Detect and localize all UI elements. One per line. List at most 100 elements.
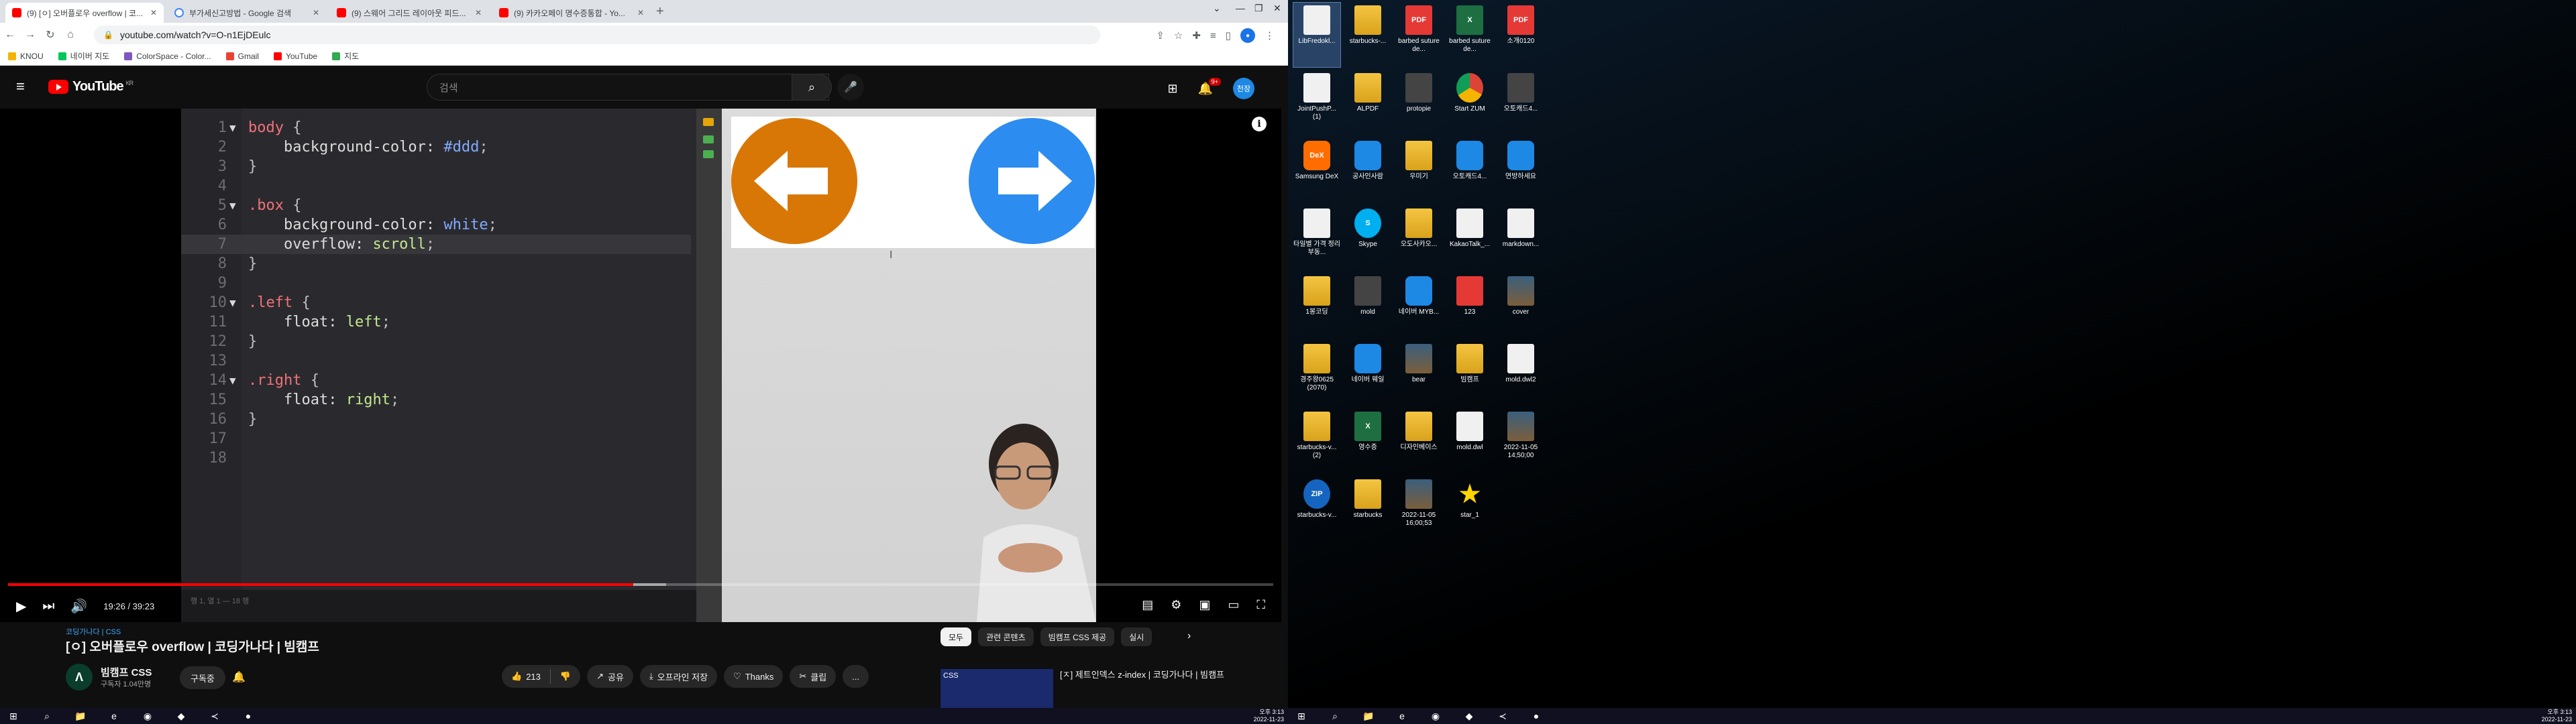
- star-icon[interactable]: ☆: [1174, 29, 1183, 42]
- windows-start-icon[interactable]: ⊞: [7, 709, 20, 723]
- progress-bar[interactable]: [8, 583, 1273, 586]
- close-icon[interactable]: ✕: [313, 8, 319, 17]
- bookmark-knou[interactable]: KNOU: [8, 52, 44, 61]
- recommended-video-thumbnail[interactable]: CSS: [941, 669, 1053, 708]
- chrome-icon[interactable]: ◉: [1429, 709, 1442, 723]
- desktop-icon[interactable]: 경주왕0625 (2070): [1293, 341, 1340, 406]
- file-explorer-icon[interactable]: 📁: [74, 709, 87, 723]
- app-icon[interactable]: ◆: [174, 709, 188, 723]
- restore-button[interactable]: ❐: [1254, 3, 1263, 14]
- create-video-icon[interactable]: ⊞: [1167, 82, 1177, 96]
- desktop-icon[interactable]: PDF barbed suture de...: [1395, 3, 1442, 67]
- desktop-icon[interactable]: 공사인사람: [1344, 138, 1391, 202]
- bookmark-maps[interactable]: 지도: [332, 50, 359, 62]
- browser-tab-2[interactable]: 부가세신고방법 - Google 검색 ✕: [168, 3, 326, 23]
- app-icon[interactable]: ◆: [1462, 709, 1476, 723]
- desktop-icon[interactable]: 우미기: [1395, 138, 1442, 202]
- youtube-logo[interactable]: YouTube KR: [48, 79, 133, 95]
- search-icon[interactable]: ⌕: [40, 709, 54, 723]
- chip-all[interactable]: 모두: [941, 627, 972, 646]
- desktop-icon[interactable]: starbucks: [1344, 477, 1391, 541]
- subtitles-icon[interactable]: ▤: [1142, 598, 1153, 612]
- chevron-right-icon[interactable]: ›: [1187, 630, 1191, 642]
- desktop-icon[interactable]: ★ star_1: [1446, 477, 1493, 541]
- desktop-icon[interactable]: bear: [1395, 341, 1442, 406]
- close-icon[interactable]: ✕: [475, 8, 482, 17]
- desktop-icon[interactable]: 디자인베이스: [1395, 409, 1442, 473]
- bell-icon[interactable]: 🔔: [232, 670, 246, 684]
- desktop-icon[interactable]: 네이버 웨일: [1344, 341, 1391, 406]
- offline-save-button[interactable]: ⤓ 오프라인 저장: [639, 665, 718, 688]
- desktop-icon[interactable]: mold: [1344, 274, 1391, 338]
- desktop-icon[interactable]: 2022-11-05 16;00;53: [1395, 477, 1442, 541]
- desktop-icon[interactable]: cover: [1497, 274, 1544, 338]
- share-icon[interactable]: ⇪: [1156, 29, 1165, 42]
- theater-mode-icon[interactable]: ▭: [1228, 598, 1239, 612]
- search-icon[interactable]: ⌕: [1328, 709, 1342, 723]
- next-icon[interactable]: ⏭: [42, 599, 54, 614]
- desktop-icon[interactable]: protopie: [1395, 70, 1442, 135]
- desktop-icon[interactable]: LibFredokl...: [1293, 2, 1341, 68]
- desktop-icon[interactable]: 타일별 가격 정리 부동...: [1293, 206, 1340, 270]
- clock[interactable]: 오후 3:13 2022-11-23: [2542, 709, 2572, 723]
- desktop-icon[interactable]: 오토캐드4...: [1497, 70, 1544, 135]
- new-tab-button[interactable]: +: [656, 4, 664, 19]
- vscode-icon[interactable]: ≺: [1496, 709, 1509, 723]
- desktop-icon[interactable]: 연방하세요: [1497, 138, 1544, 202]
- desktop-icon[interactable]: PDF 소개0120: [1497, 3, 1544, 67]
- reading-list-icon[interactable]: ≡: [1210, 30, 1216, 42]
- desktop-icon[interactable]: markdown...: [1497, 206, 1544, 270]
- home-icon[interactable]: ⌂: [60, 29, 80, 41]
- chip-live[interactable]: 실시: [1121, 627, 1152, 646]
- extensions-icon[interactable]: ✚: [1192, 29, 1201, 42]
- volume-icon[interactable]: 🔊: [70, 598, 87, 615]
- desktop-icon[interactable]: 오토캐드4...: [1446, 138, 1493, 202]
- search-input[interactable]: 검색: [427, 74, 829, 101]
- edge-icon[interactable]: e: [1395, 709, 1409, 723]
- desktop-icon[interactable]: starbucks-v... (2): [1293, 409, 1340, 473]
- edge-icon[interactable]: e: [107, 709, 121, 723]
- chip-channel[interactable]: 빔캠프 CSS 제공: [1040, 627, 1115, 646]
- bookmark-youtube[interactable]: YouTube: [273, 52, 317, 61]
- channel-avatar[interactable]: Λ: [66, 664, 93, 690]
- clock[interactable]: 오후 3:13 2022-11-23: [1254, 709, 1284, 723]
- browser-tab-1[interactable]: (9) [ㅇ] 오버플로우 overflow | 코... ✕: [5, 3, 164, 23]
- hamburger-menu-icon[interactable]: ≡: [16, 78, 25, 95]
- chevron-down-icon[interactable]: ⌄: [1213, 3, 1221, 14]
- settings-gear-icon[interactable]: ⚙: [1171, 598, 1181, 612]
- close-window-button[interactable]: ✕: [1273, 3, 1281, 14]
- desktop-icon[interactable]: 2022-11-05 14;50;00: [1497, 409, 1544, 473]
- hashtags[interactable]: 코딩가나다 | CSS: [66, 626, 121, 637]
- desktop-icon[interactable]: KakaoTalk_...: [1446, 206, 1493, 270]
- desktop-icon[interactable]: 오도사카오...: [1395, 206, 1442, 270]
- more-actions-button[interactable]: ...: [843, 665, 869, 688]
- like-dislike-button[interactable]: 👍 213 👎: [502, 665, 581, 688]
- desktop-icon[interactable]: S Skype: [1344, 206, 1391, 270]
- bookmark-colorspace[interactable]: ColorSpace - Color...: [124, 52, 211, 61]
- desktop-icon[interactable]: 123: [1446, 274, 1493, 338]
- reload-icon[interactable]: ↻: [40, 28, 60, 42]
- close-icon[interactable]: ✕: [637, 8, 644, 17]
- desktop-icon[interactable]: X 영수증: [1344, 409, 1391, 473]
- back-arrow-icon[interactable]: ←: [0, 29, 20, 41]
- browser-tab-4[interactable]: (9) 카카오페이 명수증통합 - Yo... ✕: [492, 3, 651, 23]
- minimize-button[interactable]: —: [1236, 3, 1245, 13]
- windows-start-icon[interactable]: ⊞: [1295, 709, 1308, 723]
- thumbs-down-icon[interactable]: 👎: [560, 671, 571, 682]
- chrome-icon[interactable]: ◉: [141, 709, 154, 723]
- vscode-icon[interactable]: ≺: [208, 709, 221, 723]
- desktop-icon[interactable]: ZIP starbucks-v...: [1293, 477, 1340, 541]
- desktop-icon[interactable]: 빔캠프: [1446, 341, 1493, 406]
- kakaotalk-icon[interactable]: ●: [241, 709, 255, 723]
- clip-button[interactable]: ✂ 클립: [790, 665, 837, 688]
- forward-arrow-icon[interactable]: →: [20, 29, 40, 41]
- browser-tab-3[interactable]: (9) 스웨어 그리드 레이아웃 피드... ✕: [330, 3, 488, 23]
- notifications-button[interactable]: 🔔 9+: [1198, 77, 1221, 96]
- desktop-icon[interactable]: mold.dwl2: [1497, 341, 1544, 406]
- desktop-icon[interactable]: 네이버 MYB...: [1395, 274, 1442, 338]
- subscribe-button[interactable]: 구독중: [180, 666, 225, 689]
- video-player[interactable]: 1 ▼ body {2 background-color: #ddd; 3} 4 5 ▼ .b…: [0, 109, 1281, 622]
- file-explorer-icon[interactable]: 📁: [1362, 709, 1375, 723]
- side-panel-icon[interactable]: ▯: [1226, 29, 1231, 42]
- play-icon[interactable]: ▶: [16, 598, 26, 615]
